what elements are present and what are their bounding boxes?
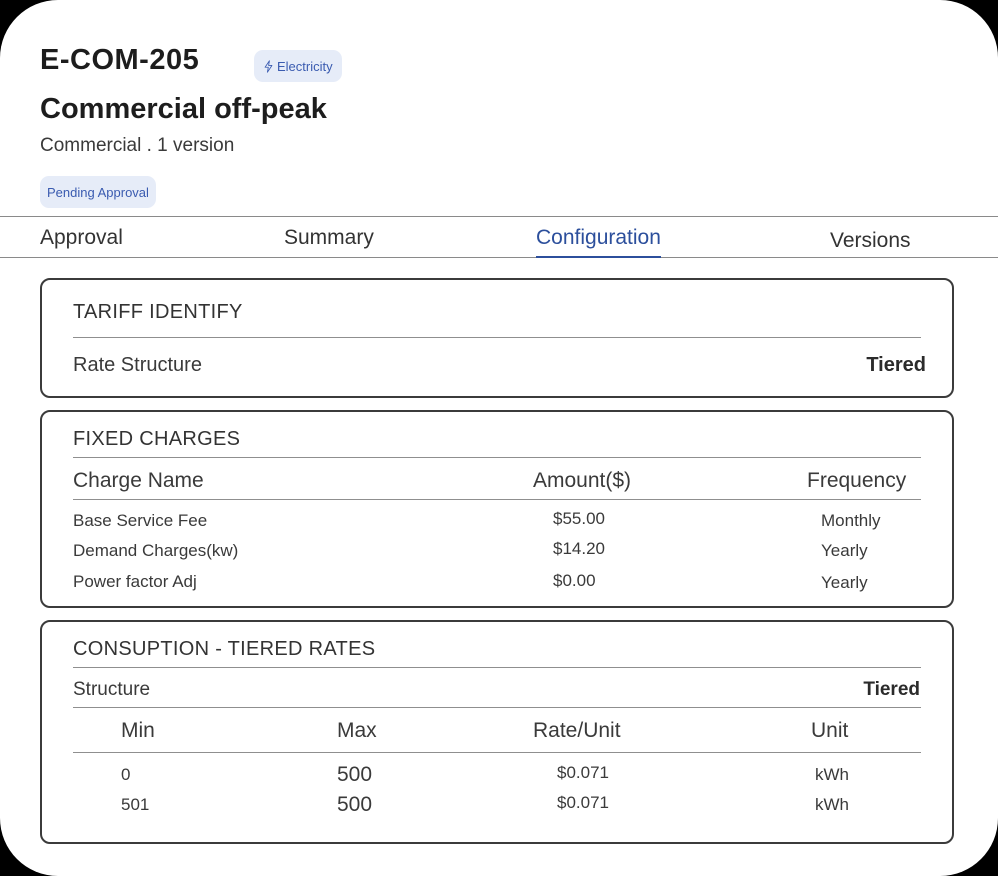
tier-unit-cell: kWh <box>815 795 849 814</box>
tier-rate-cell: $0.071 <box>557 763 609 782</box>
divider <box>73 667 921 668</box>
tier-max-cell: 500 <box>337 763 373 786</box>
tier-unit-cell: kWh <box>815 765 849 784</box>
divider <box>73 337 921 338</box>
charge-frequency-cell: Yearly <box>821 541 868 560</box>
charge-amount-cell: $55.00 <box>553 509 605 528</box>
divider <box>73 457 921 458</box>
tier-min-cell: 501 <box>121 795 150 814</box>
tier-max-cell: 500 <box>337 793 373 816</box>
structure-label: Structure <box>73 679 151 700</box>
consumption-tiered-rates-section: CONSUPTION - TIERED RATES Structure Tier… <box>40 620 954 844</box>
tab-approval[interactable]: Approval <box>40 226 123 250</box>
tab-configuration[interactable]: Configuration <box>536 226 661 258</box>
tariff-name: Commercial off-peak <box>40 93 327 125</box>
charge-name-cell: Demand Charges(kw) <box>73 541 239 560</box>
charge-amount-cell: $0.00 <box>553 571 596 590</box>
charge-name-cell: Base Service Fee <box>73 511 208 530</box>
tier-min-cell: 0 <box>121 765 131 784</box>
column-header-unit: Unit <box>811 719 849 742</box>
utility-type-label: Electricity <box>277 58 333 74</box>
tariff-meta: Commercial . 1 version <box>40 135 235 156</box>
divider <box>73 752 921 753</box>
section-title: CONSUPTION - TIERED RATES <box>73 638 376 660</box>
column-header-charge-name: Charge Name <box>73 469 204 492</box>
column-header-rate-per-unit: Rate/Unit <box>533 719 621 742</box>
tariff-identify-section: TARIFF IDENTIFY Rate Structure Tiered <box>40 278 954 398</box>
section-title: FIXED CHARGES <box>73 428 241 450</box>
column-header-min: Min <box>121 719 155 742</box>
rate-structure-label: Rate Structure <box>73 354 202 376</box>
tab-bar: Approval Summary Configuration Versions <box>0 216 998 258</box>
tab-summary[interactable]: Summary <box>284 226 374 250</box>
rate-structure-value: Tiered <box>866 354 926 376</box>
charge-name-cell: Power factor Adj <box>73 572 197 591</box>
tariff-code: E-COM-205 <box>40 44 200 76</box>
utility-type-badge: Electricity <box>254 50 342 82</box>
tariff-detail-card: E-COM-205 Electricity Commercial off-pea… <box>0 0 998 876</box>
tab-versions[interactable]: Versions <box>830 229 911 253</box>
status-badge: Pending Approval <box>40 176 156 208</box>
column-header-frequency: Frequency <box>807 469 907 492</box>
structure-value: Tiered <box>863 679 920 700</box>
column-header-amount: Amount($) <box>533 469 632 492</box>
divider <box>73 499 921 500</box>
column-header-max: Max <box>337 719 377 742</box>
section-title: TARIFF IDENTIFY <box>73 301 243 323</box>
charge-frequency-cell: Yearly <box>821 573 868 592</box>
lightning-icon <box>264 59 273 73</box>
charge-amount-cell: $14.20 <box>553 539 605 558</box>
divider <box>73 707 921 708</box>
tier-rate-cell: $0.071 <box>557 793 609 812</box>
charge-frequency-cell: Monthly <box>821 511 881 530</box>
fixed-charges-section: FIXED CHARGES Charge Name Amount($) Freq… <box>40 410 954 608</box>
